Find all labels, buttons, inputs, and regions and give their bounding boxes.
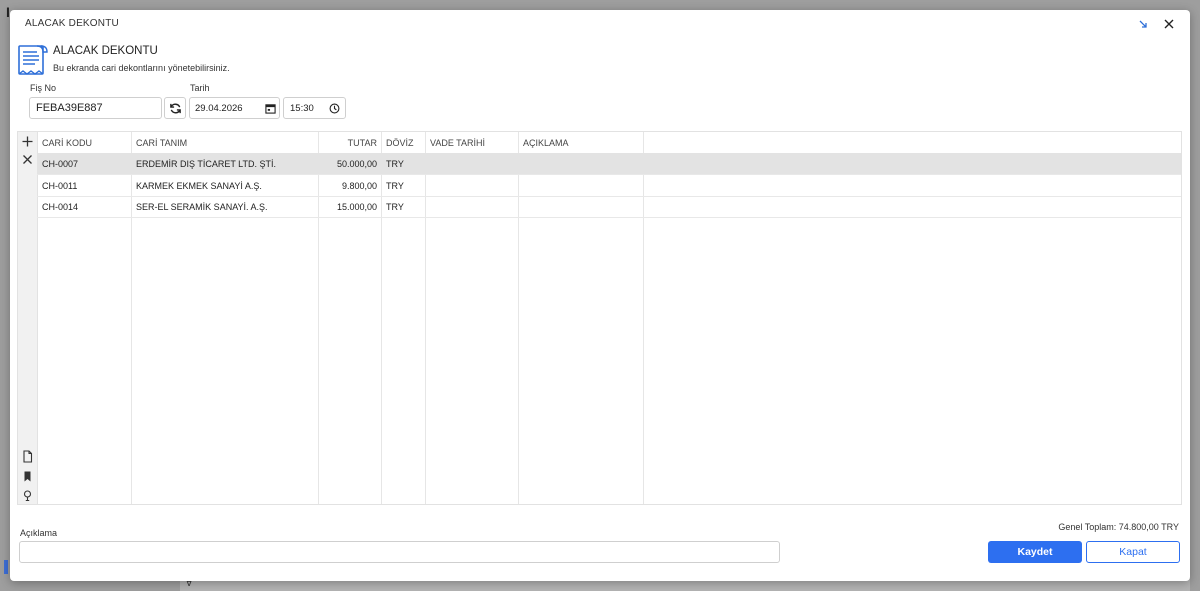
receipt-icon (17, 43, 49, 77)
grid-header: CARİ KODU CARİ TANIM TUTAR DÖVİZ VADE TA… (37, 132, 1181, 154)
date-value: 29.04.2026 (195, 103, 243, 114)
cell-cari-kodu: CH-0011 (42, 181, 78, 191)
dialog-titlebar: ALACAK DEKONTU (10, 10, 1190, 38)
document-icon[interactable] (20, 449, 35, 464)
delete-icon[interactable] (20, 152, 35, 167)
cell-cari-tanim: KARMEK EKMEK SANAYİ A.Ş. (136, 181, 262, 191)
clock-icon[interactable] (329, 103, 340, 117)
cell-tutar: 15.000,00 (336, 202, 377, 212)
col-header-aciklama[interactable]: AÇIKLAMA (523, 138, 569, 148)
save-button[interactable]: Kaydet (988, 541, 1082, 563)
cell-cari-kodu: CH-0007 (42, 159, 79, 169)
fis-no-label: Fiş No (30, 83, 57, 93)
aciklama-input[interactable] (19, 541, 780, 563)
col-header-cari-kodu[interactable]: CARİ KODU (42, 138, 92, 148)
fis-no-input[interactable]: FEBA39E887 (29, 97, 162, 119)
lightbulb-icon[interactable] (20, 488, 35, 503)
cell-doviz: TRY (386, 159, 404, 169)
page-title: ALACAK DEKONTU (53, 45, 158, 57)
time-input[interactable]: 15:30 (283, 97, 346, 119)
background-mark (4, 560, 8, 574)
time-value: 15:30 (290, 103, 314, 114)
grid-body: CARİ KODU CARİ TANIM TUTAR DÖVİZ VADE TA… (37, 132, 1181, 504)
tarih-label: Tarih (190, 83, 210, 93)
calendar-icon[interactable] (265, 103, 276, 117)
date-input[interactable]: 29.04.2026 (189, 97, 280, 119)
minimize-icon[interactable] (1135, 16, 1151, 32)
cell-tutar: 50.000,00 (336, 159, 377, 169)
cell-doviz: TRY (386, 202, 404, 212)
close-button[interactable]: Kapat (1086, 541, 1180, 563)
cell-cari-tanim: ERDEMİR DIŞ TİCARET LTD. ŞTİ. (136, 159, 277, 169)
page-subtitle: Bu ekranda cari dekontlarını yönetebilir… (53, 63, 230, 73)
cell-doviz: TRY (386, 181, 404, 191)
table-row[interactable]: CH-0011 KARMEK EKMEK SANAYİ A.Ş. 9.800,0… (37, 175, 1181, 197)
entries-grid: CARİ KODU CARİ TANIM TUTAR DÖVİZ VADE TA… (17, 131, 1182, 505)
table-row[interactable]: CH-0014 SER-EL SERAMİK SANAYİ. A.Ş. 15.0… (37, 196, 1181, 218)
add-icon[interactable] (20, 134, 35, 149)
cell-tutar: 9.800,00 (341, 181, 377, 191)
refresh-icon (170, 103, 181, 114)
close-icon[interactable] (1161, 16, 1177, 32)
cell-cari-tanim: SER-EL SERAMİK SANAYİ. A.Ş. (136, 202, 268, 212)
col-header-tutar[interactable]: TUTAR (319, 138, 377, 148)
grand-total: Genel Toplam: 74.800,00 TRY (1058, 522, 1179, 532)
aciklama-label: Açıklama (20, 528, 58, 538)
dialog-title: ALACAK DEKONTU (25, 18, 119, 29)
grid-toolbar (18, 132, 38, 504)
refresh-button[interactable] (164, 97, 186, 119)
col-header-vade-tarihi[interactable]: VADE TARİHİ (430, 138, 485, 148)
col-header-cari-tanim[interactable]: CARİ TANIM (136, 138, 187, 148)
table-row[interactable]: CH-0007 ERDEMİR DIŞ TİCARET LTD. ŞTİ. 50… (37, 153, 1181, 175)
receivable-voucher-dialog: ALACAK DEKONTU ALACAK DEKONTU Bu ekranda… (10, 10, 1190, 581)
col-header-doviz[interactable]: DÖVİZ (386, 138, 414, 148)
bookmark-icon[interactable] (20, 469, 35, 484)
cell-cari-kodu: CH-0014 (42, 202, 79, 212)
